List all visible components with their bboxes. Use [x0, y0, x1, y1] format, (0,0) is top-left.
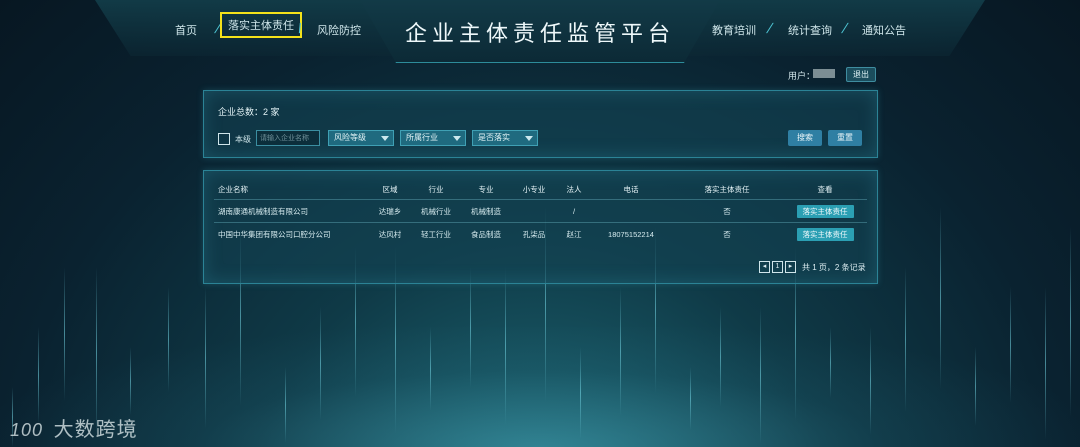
- light-streak: [1070, 227, 1071, 417]
- cell-major: 食品制造: [461, 222, 511, 245]
- watermark-text: 大数跨境: [53, 419, 138, 441]
- light-streak: [975, 347, 976, 426]
- col-implemented: 落实主体责任: [704, 184, 750, 194]
- table-header-row: 企业名称 区域 行业 专业 小专业 法人 电话 落实主体责任 查看: [214, 179, 867, 200]
- logout-button[interactable]: 退出: [846, 67, 876, 82]
- local-level-label: 本级: [235, 135, 251, 144]
- cell-major: 机械制造: [461, 199, 511, 223]
- prev-page-icon[interactable]: ◂: [759, 261, 770, 273]
- implement-responsibility-button[interactable]: 落实主体责任: [796, 227, 854, 241]
- page-title: 企业主体责任监管平台: [404, 21, 675, 46]
- cell-action: 落实主体责任: [783, 199, 867, 223]
- search-panel: 企业总数：2 家 本级 风险等级 所属行业 是否落实 搜索 重置: [203, 90, 878, 158]
- risk-level-value: 风险等级: [334, 133, 366, 142]
- cell-legal: /: [557, 199, 591, 223]
- light-streak: [690, 367, 691, 430]
- nav-home[interactable]: 首页: [175, 22, 197, 38]
- col-region: 区域: [382, 184, 398, 194]
- light-streak: [720, 307, 721, 407]
- cell-phone: 18075152214: [591, 222, 671, 245]
- pagination: ◂ 1 ▸ 共 1 页，2 条记录: [759, 261, 866, 273]
- light-streak: [830, 327, 831, 398]
- light-streak: [940, 207, 941, 389]
- table-row: 中国中华集团有限公司口腔分公司 达风村 轻工行业 食品制造 孔柒品 赵江 180…: [214, 222, 867, 245]
- col-company-name: 企业名称: [218, 184, 248, 194]
- cell-action: 落实主体责任: [783, 222, 867, 245]
- cell-implemented: 否: [671, 199, 783, 223]
- cell-region: 达瑞乡: [369, 199, 411, 223]
- light-streak: [1010, 287, 1011, 403]
- table-row: 湖南康通机械制造有限公司 达瑞乡 机械行业 机械制造 / 否 落实主体责任: [214, 199, 867, 223]
- nav-education[interactable]: 教育培训: [712, 22, 756, 38]
- search-button[interactable]: 搜索: [788, 130, 822, 146]
- local-level-checkbox[interactable]: [218, 133, 230, 145]
- light-streak: [470, 267, 471, 388]
- user-label: 用户：: [788, 71, 816, 81]
- implement-responsibility-button[interactable]: 落实主体责任: [796, 204, 854, 218]
- col-legal: 法人: [566, 184, 582, 194]
- cell-industry: 轻工行业: [411, 222, 461, 245]
- col-industry: 行业: [428, 184, 444, 194]
- light-streak: [320, 307, 321, 420]
- light-streak: [620, 287, 621, 416]
- cell-company-name: 湖南康通机械制造有限公司: [214, 199, 369, 223]
- col-phone: 电话: [623, 184, 639, 194]
- light-streak: [430, 327, 431, 411]
- light-streak: [168, 287, 169, 392]
- col-sub-major: 小专业: [522, 184, 546, 194]
- implemented-select[interactable]: 是否落实: [472, 130, 538, 146]
- cell-legal: 赵江: [557, 222, 591, 245]
- cell-implemented: 否: [671, 222, 783, 245]
- risk-level-select[interactable]: 风险等级: [328, 130, 394, 146]
- cell-industry: 机械行业: [411, 199, 461, 223]
- company-table: 企业名称 区域 行业 专业 小专业 法人 电话 落实主体责任 查看 湖南康通机械…: [214, 179, 867, 245]
- cell-company-name: 中国中华集团有限公司口腔分公司: [214, 222, 369, 245]
- pagination-summary: 共 1 页，2 条记录: [802, 262, 866, 272]
- light-streak: [580, 347, 581, 439]
- industry-value: 所属行业: [406, 133, 438, 142]
- light-streak: [1045, 287, 1046, 440]
- nav-risk-control[interactable]: 风险防控: [317, 22, 361, 38]
- col-view: 查看: [817, 184, 833, 194]
- next-page-icon[interactable]: ▸: [785, 261, 796, 273]
- chevron-down-icon: [453, 136, 461, 141]
- cell-sub-major: 孔柒品: [511, 222, 557, 245]
- nav-notices[interactable]: 通知公告: [862, 22, 906, 38]
- light-streak: [760, 307, 761, 444]
- light-streak: [64, 267, 65, 401]
- light-streak: [130, 347, 131, 415]
- light-streak: [205, 287, 206, 429]
- user-name-redacted: [813, 69, 835, 78]
- cell-sub-major: [511, 199, 557, 223]
- cell-phone: [591, 199, 671, 223]
- light-streak: [905, 267, 906, 412]
- col-major: 专业: [478, 184, 494, 194]
- light-streak: [870, 327, 871, 435]
- watermark-logo: 100: [10, 420, 44, 440]
- light-streak: [505, 267, 506, 425]
- nav-statistics[interactable]: 统计查询: [788, 22, 832, 38]
- company-name-input[interactable]: [256, 130, 320, 146]
- chevron-down-icon: [525, 136, 533, 141]
- nav-implement-responsibility[interactable]: 落实主体责任: [220, 12, 302, 38]
- dot-wave-decoration: [0, 327, 1080, 447]
- light-streak: [38, 327, 39, 424]
- reset-button[interactable]: 重置: [828, 130, 862, 146]
- implemented-value: 是否落实: [478, 133, 510, 142]
- cell-region: 达风村: [369, 222, 411, 245]
- watermark: 100 大数跨境: [10, 413, 138, 442]
- total-count: 企业总数：2 家: [218, 107, 280, 117]
- chevron-down-icon: [381, 136, 389, 141]
- top-header: 企业主体责任监管平台 首页 / 落实主体责任 \ 风险防控 教育培训 / 统计查…: [0, 0, 1080, 64]
- industry-select[interactable]: 所属行业: [400, 130, 466, 146]
- current-page[interactable]: 1: [772, 261, 783, 273]
- light-streak: [285, 367, 286, 443]
- table-panel: 企业名称 区域 行业 专业 小专业 法人 电话 落实主体责任 查看 湖南康通机械…: [203, 170, 878, 284]
